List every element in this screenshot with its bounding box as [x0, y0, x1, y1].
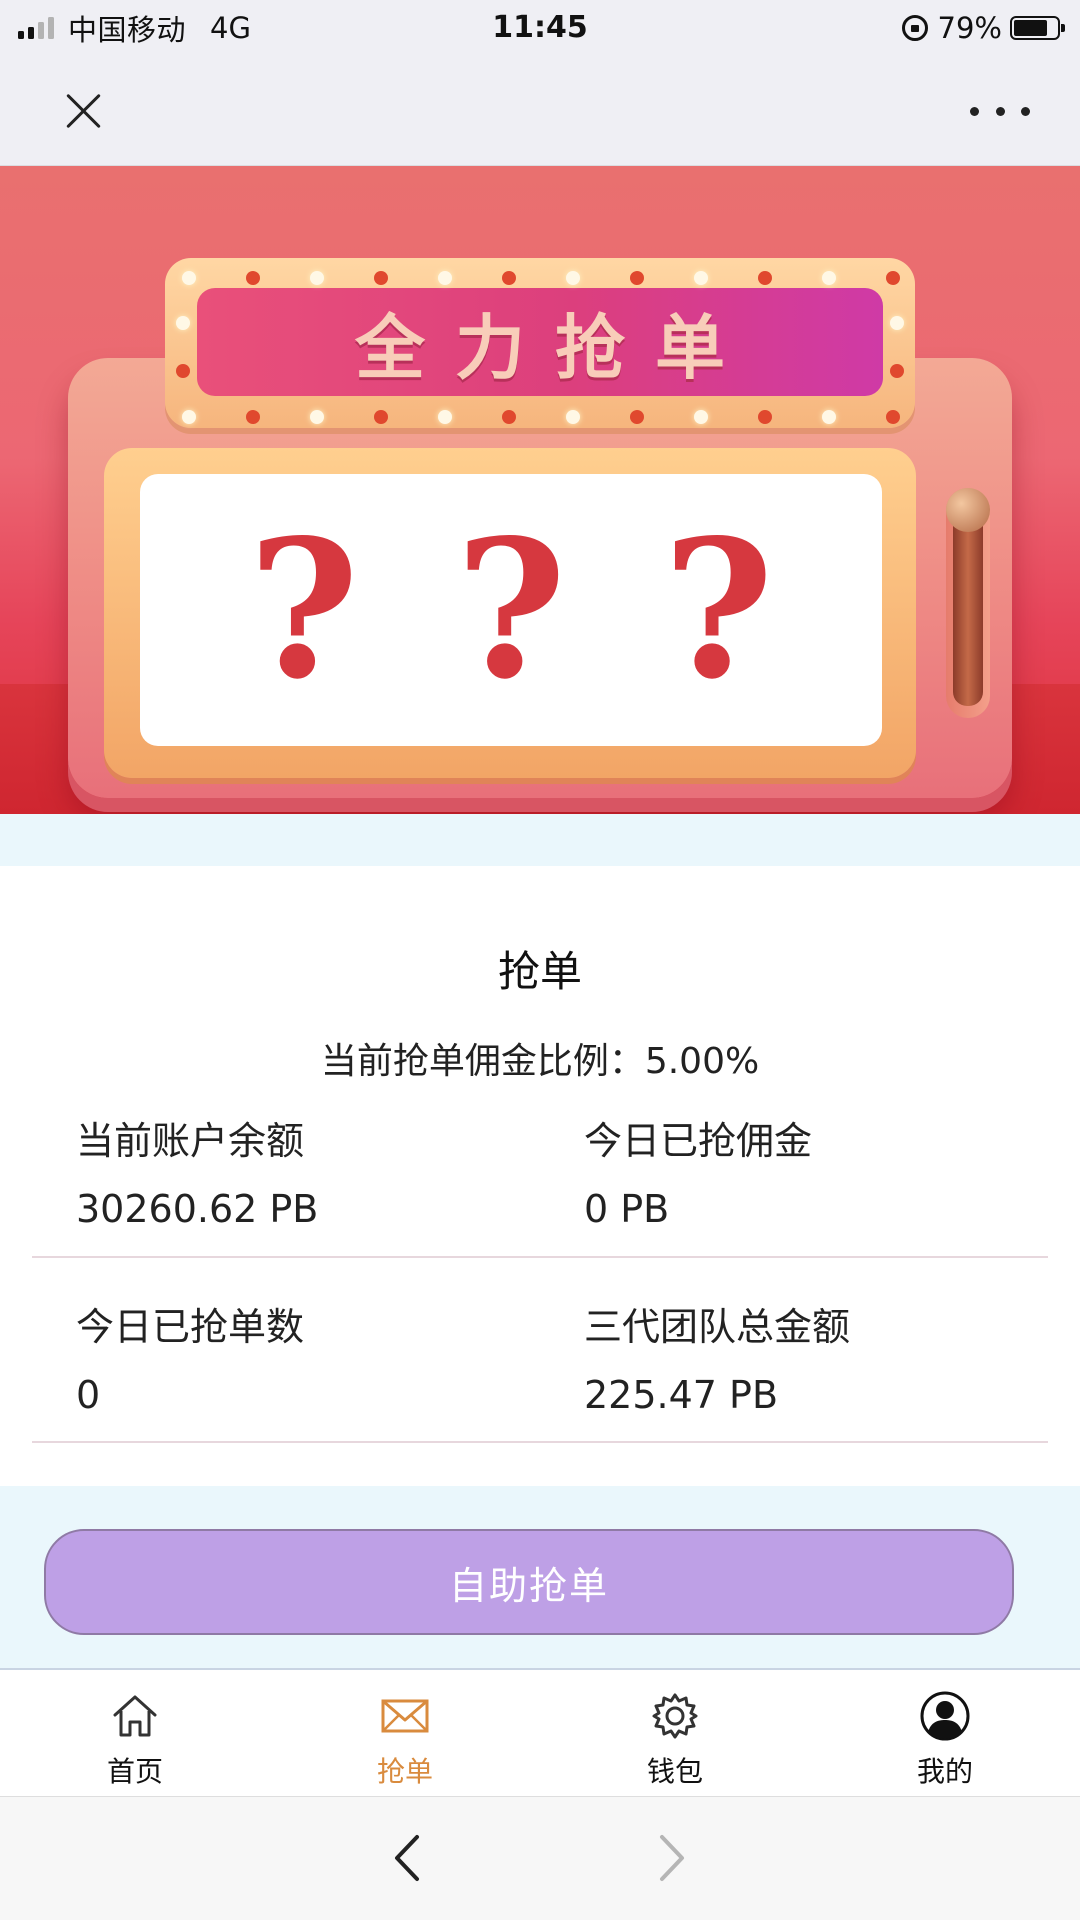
tab-label: 抢单 [376, 1755, 433, 1788]
stat-account-balance: 当前账户余额 30260.62 PB [76, 1110, 318, 1231]
commission-rate: 当前抢单佣金比例：5.00% [320, 1041, 760, 1082]
nav-bar [0, 56, 1080, 166]
tab-wallet[interactable]: 钱包 [540, 1670, 810, 1796]
marquee-sign: 全力抢单 [197, 288, 883, 396]
tab-label: 我的 [916, 1755, 973, 1788]
stat-label: 今日已抢单数 [76, 1305, 305, 1349]
stat-value: 30260.62 PB [76, 1187, 319, 1231]
stat-today-order-count: 今日已抢单数 0 [76, 1296, 304, 1417]
stat-value: 0 [76, 1373, 101, 1417]
marquee-bulb [566, 410, 580, 424]
card-title: 抢单 [497, 947, 582, 996]
slot-machine-banner: 全力抢单 ? ? ? [0, 166, 1080, 814]
marquee-bulb [182, 271, 196, 285]
stat-team-total: 三代团队总金额 225.47 PB [584, 1296, 850, 1417]
stats-divider [32, 1256, 1048, 1258]
grab-order-card: 抢单 当前抢单佣金比例：5.00% 当前账户余额 30260.62 PB 今日已… [0, 866, 1080, 1486]
reel-window: ? ? ? [140, 474, 882, 746]
status-bar: 中国移动 4G 11:45 79% [0, 0, 1080, 56]
tab-label: 钱包 [646, 1755, 703, 1788]
battery-fill [1014, 20, 1048, 36]
status-right: 79% [901, 0, 1065, 56]
marquee-bulb [310, 410, 324, 424]
rotation-lock-icon [901, 15, 928, 41]
forward-arrow-icon[interactable] [646, 1833, 696, 1883]
home-icon [113, 1695, 157, 1737]
reel-question-mark: ? [455, 498, 567, 721]
reel-question-mark: ? [248, 498, 360, 721]
stat-label: 当前账户余额 [76, 1119, 305, 1163]
marquee-bulb [694, 271, 708, 285]
browser-toolbar [0, 1796, 1080, 1920]
marquee-bulb [438, 271, 452, 285]
user-avatar-icon [920, 1691, 970, 1741]
marquee-bulb [176, 316, 190, 330]
marquee-title: 全力抢单 [355, 306, 755, 389]
marquee-bulb [890, 316, 904, 330]
envelope-icon [381, 1699, 429, 1733]
tab-label: 首页 [106, 1755, 163, 1788]
marquee-bulb [758, 410, 772, 424]
marquee-bulb [246, 410, 260, 424]
reel-question-mark: ? [662, 498, 774, 721]
marquee-bulb [694, 410, 708, 424]
stat-label: 三代团队总金额 [584, 1305, 851, 1349]
marquee-bulb [310, 271, 324, 285]
stat-label: 今日已抢佣金 [584, 1119, 813, 1163]
marquee-bulb [182, 410, 196, 424]
stat-value: 0 PB [584, 1187, 670, 1231]
marquee-bulb [502, 410, 516, 424]
tab-mine[interactable]: 我的 [810, 1670, 1080, 1796]
marquee-bulb [374, 410, 388, 424]
marquee-bulb [246, 271, 260, 285]
marquee-bulb [630, 410, 644, 424]
tab-bar: 首页 抢单 钱包 我的 [0, 1668, 1080, 1796]
stat-today-commission: 今日已抢佣金 0 PB [584, 1110, 812, 1231]
gear-icon [652, 1693, 698, 1739]
marquee-bulb [566, 271, 580, 285]
battery-icon [1010, 16, 1065, 40]
marquee-bulb [502, 271, 516, 285]
lever-knob [946, 488, 990, 532]
marquee-bulb [890, 364, 904, 378]
marquee-bulb [176, 364, 190, 378]
tab-grab-order[interactable]: 抢单 [270, 1670, 540, 1796]
battery-percent: 79% [937, 11, 1002, 45]
stats-divider [32, 1441, 1048, 1443]
marquee-bulb [630, 271, 644, 285]
separator-band-top [0, 814, 1080, 866]
marquee-bulb [822, 271, 836, 285]
stat-value: 225.47 PB [584, 1373, 779, 1417]
more-icon[interactable] [970, 94, 1030, 128]
back-arrow-icon[interactable] [383, 1833, 433, 1883]
marquee-bulb [822, 410, 836, 424]
tab-home[interactable]: 首页 [0, 1670, 270, 1796]
close-icon[interactable] [58, 86, 108, 136]
marquee-bulb [886, 271, 900, 285]
marquee-bulb [886, 410, 900, 424]
marquee-bulb [438, 410, 452, 424]
marquee-bulb [374, 271, 388, 285]
self-grab-button[interactable]: 自助抢单 [44, 1529, 1014, 1635]
marquee-bulb [758, 271, 772, 285]
